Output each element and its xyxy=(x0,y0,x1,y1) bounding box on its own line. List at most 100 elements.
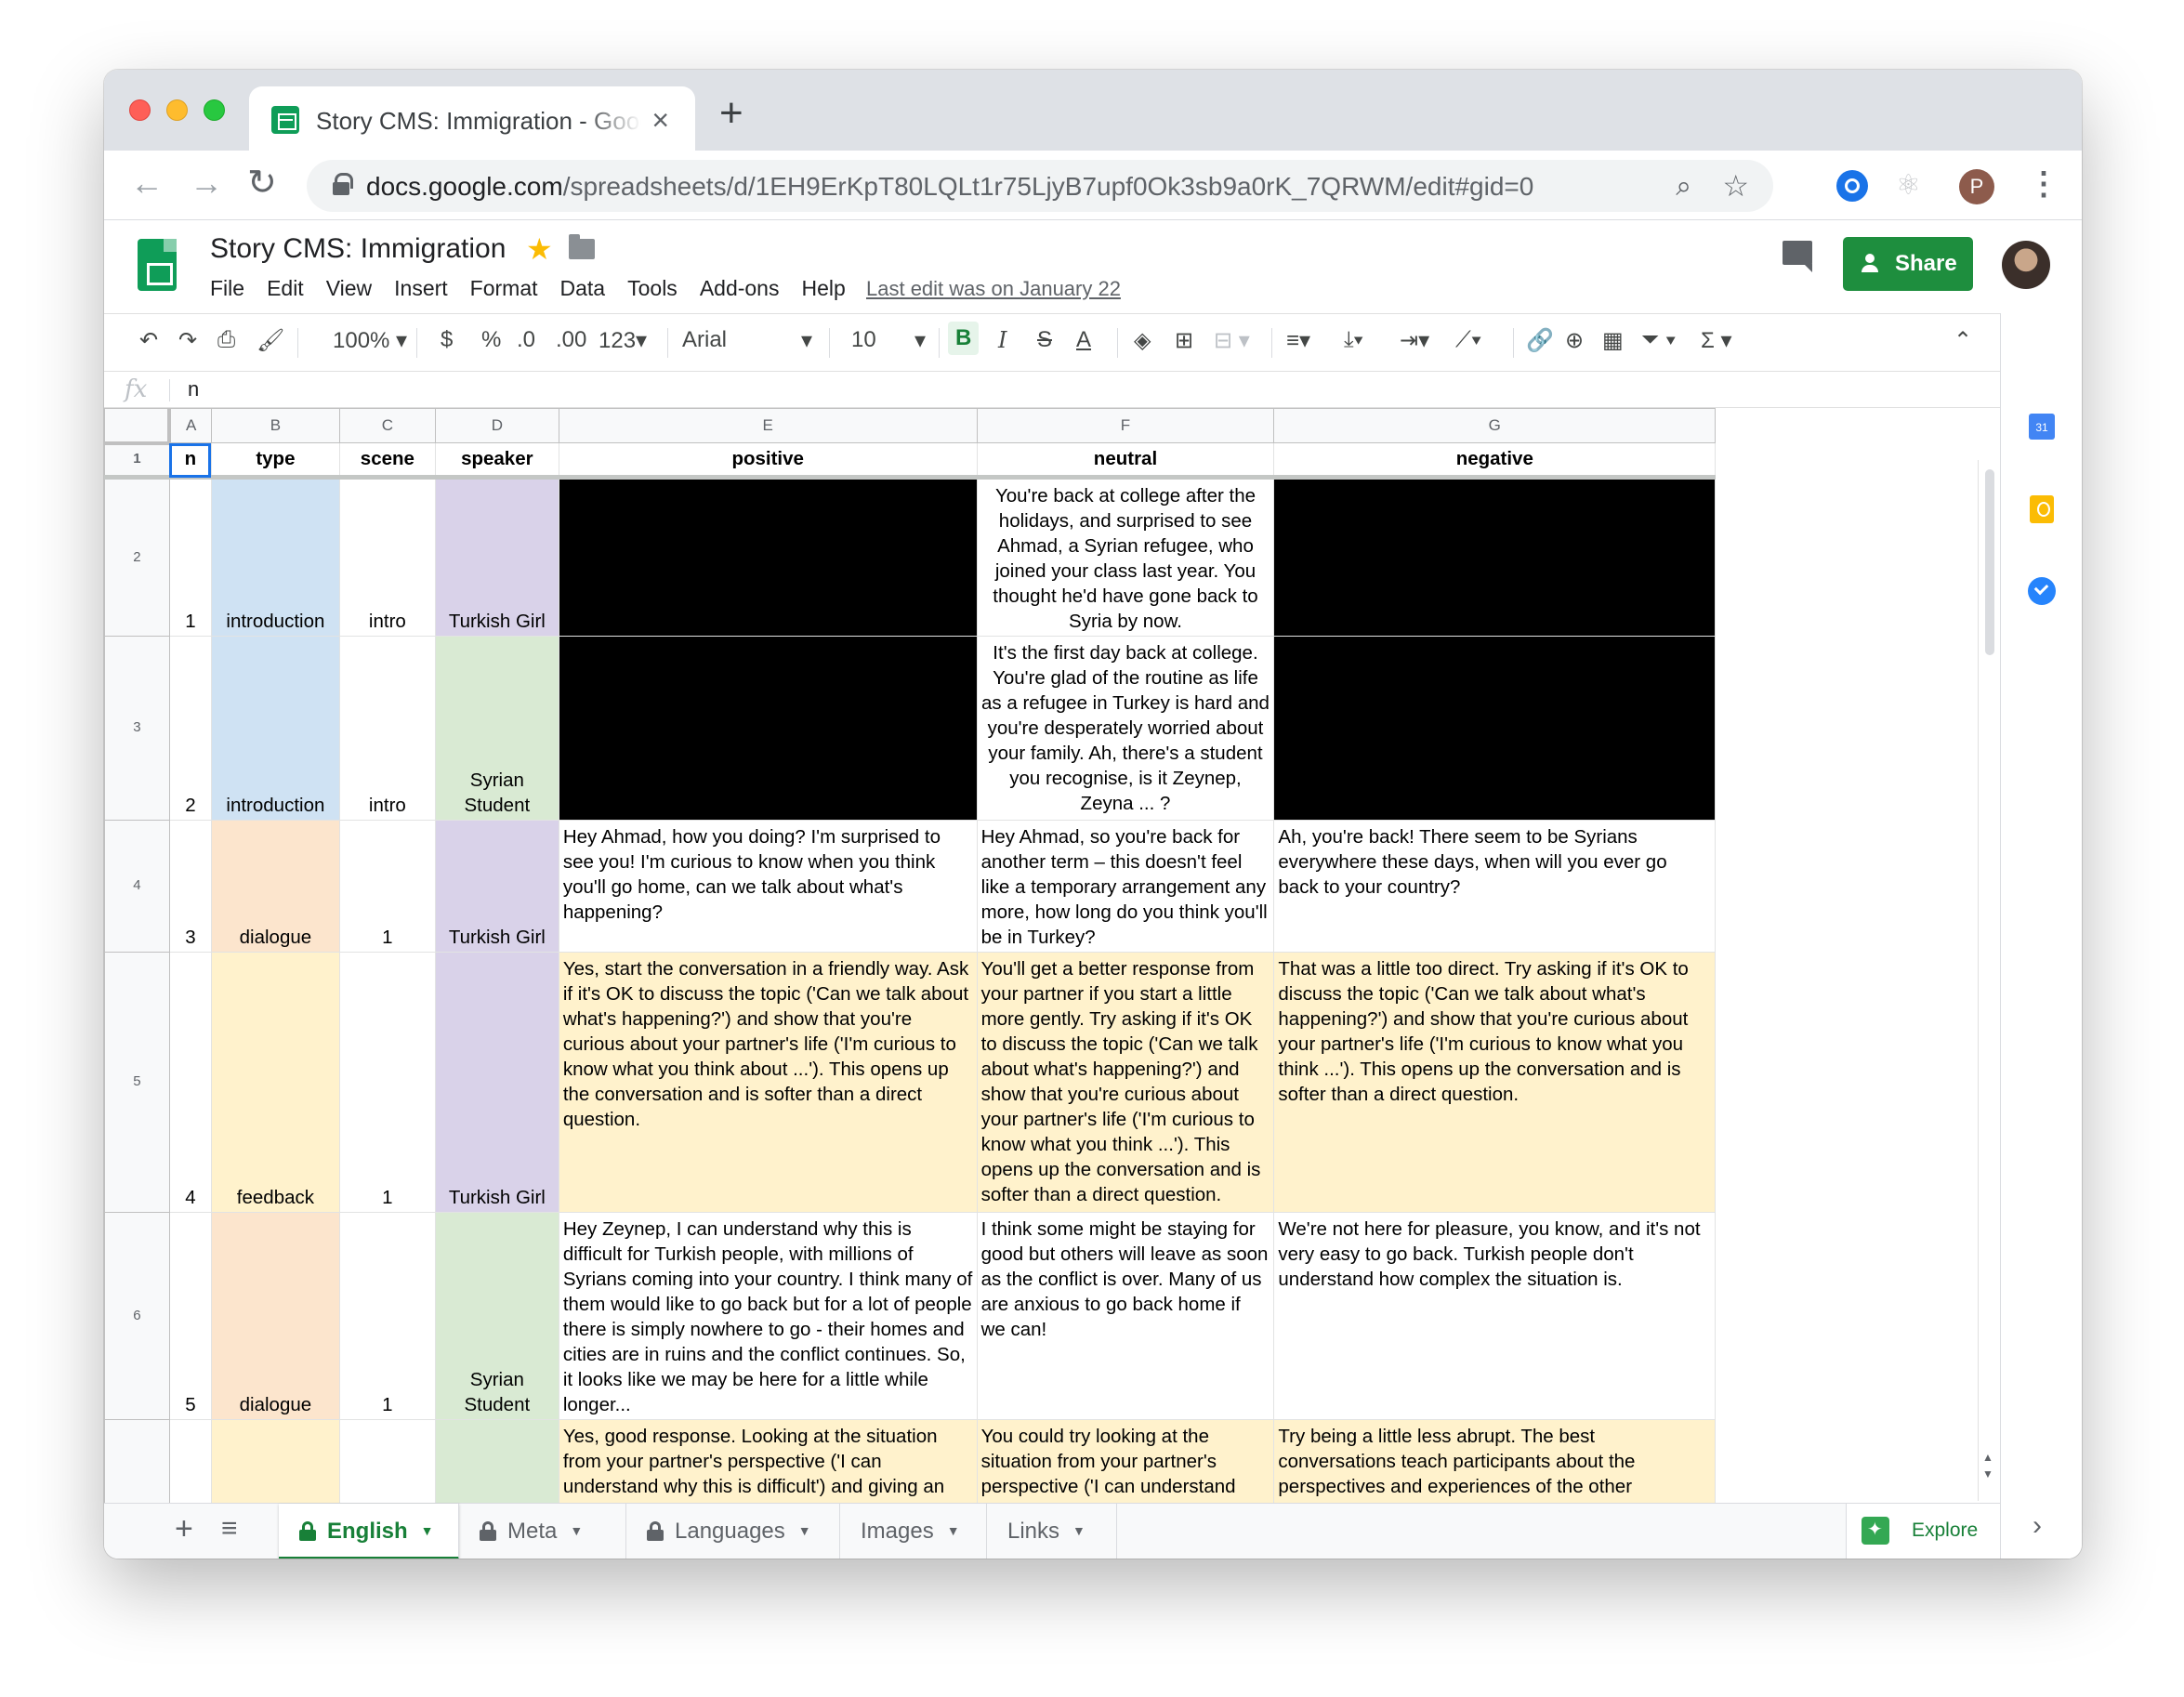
font-size-select[interactable]: 10 ▾ xyxy=(851,327,926,353)
bookmark-star-icon[interactable]: ☆ xyxy=(1722,168,1749,204)
cell-n[interactable]: 4 xyxy=(168,952,212,1213)
cell-neutral[interactable]: You're back at college after the holiday… xyxy=(976,477,1275,637)
cell-negative[interactable]: We're not here for pleasure, you know, a… xyxy=(1273,1212,1717,1420)
row-header[interactable]: 5 xyxy=(104,952,170,1213)
menu-format[interactable]: Format xyxy=(470,276,538,301)
keep-icon[interactable] xyxy=(2030,495,2054,523)
cell-type[interactable]: dialogue xyxy=(210,820,340,953)
header-cell-n[interactable]: n xyxy=(168,442,212,480)
cell-scene[interactable] xyxy=(338,1419,436,1503)
cell-speaker[interactable] xyxy=(434,1419,559,1503)
italic-button[interactable]: I xyxy=(998,327,1006,353)
cell-type[interactable] xyxy=(210,1419,340,1503)
address-bar[interactable]: docs.google.com/spreadsheets/d/1EH9ErKpT… xyxy=(307,160,1773,212)
horizontal-align-icon[interactable]: ≡▾ xyxy=(1286,327,1310,354)
column-header-a[interactable]: A xyxy=(168,408,212,443)
cell-neutral[interactable]: It's the first day back at college. You'… xyxy=(976,636,1275,821)
explore-button[interactable]: Explore xyxy=(1846,1504,2000,1559)
calendar-icon[interactable]: 31 xyxy=(2029,414,2055,440)
more-formats-select[interactable]: 123▾ xyxy=(599,327,647,354)
vertical-scrollbar[interactable]: ▲ ▼ xyxy=(1978,460,2000,1501)
menu-view[interactable]: View xyxy=(326,276,372,301)
filter-icon[interactable]: ⏷ ▾ xyxy=(1641,327,1677,353)
cell-speaker[interactable]: Syrian Student xyxy=(434,1212,559,1420)
sheet-tab-meta[interactable]: Meta ▼ xyxy=(459,1504,626,1559)
cell-scene[interactable]: 1 xyxy=(338,1212,436,1420)
cell-speaker[interactable]: Turkish Girl xyxy=(434,477,559,637)
browser-menu-icon[interactable]: ⋮ xyxy=(2028,165,2059,203)
menu-insert[interactable]: Insert xyxy=(394,276,448,301)
column-header-g[interactable]: G xyxy=(1273,408,1717,443)
cell-type[interactable]: feedback xyxy=(210,952,340,1213)
cell-positive[interactable]: Hey Zeynep, I can understand why this is… xyxy=(558,1212,978,1420)
cell-positive[interactable] xyxy=(558,477,978,637)
chevron-right-icon[interactable]: › xyxy=(2033,1510,2042,1542)
cell-neutral[interactable]: You could try looking at the situation f… xyxy=(976,1419,1275,1503)
cell-speaker[interactable]: Turkish Girl xyxy=(434,820,559,953)
last-edit-link[interactable]: Last edit was on January 22 xyxy=(866,277,1121,301)
undo-icon[interactable]: ↶ xyxy=(139,327,158,354)
header-cell-positive[interactable]: positive xyxy=(558,442,978,480)
sheet-tab-english[interactable]: English ▼ xyxy=(279,1504,459,1559)
currency-format-button[interactable]: $ xyxy=(441,327,453,353)
bold-button[interactable]: B xyxy=(948,322,980,355)
cell-n[interactable]: 3 xyxy=(168,820,212,953)
cell-positive[interactable]: Yes, start the conversation in a friendl… xyxy=(558,952,978,1213)
sheets-logo-icon[interactable] xyxy=(138,239,177,291)
close-tab-icon[interactable]: × xyxy=(651,103,669,138)
cell-negative[interactable]: That was a little too direct. Try asking… xyxy=(1273,952,1717,1213)
zoom-icon[interactable]: ⌕ xyxy=(1676,171,1691,203)
merge-cells-icon[interactable]: ⊟ ▾ xyxy=(1214,327,1250,354)
row-header[interactable]: 6 xyxy=(104,1212,170,1420)
print-icon[interactable]: ⎙ xyxy=(217,327,235,353)
reload-icon[interactable]: ↻ xyxy=(247,162,277,204)
decrease-decimal-button[interactable]: .0 xyxy=(517,327,535,353)
comment-history-icon[interactable] xyxy=(1783,241,1812,272)
cell-type[interactable]: dialogue xyxy=(210,1212,340,1420)
collapse-toolbar-icon[interactable]: ⌃ xyxy=(1954,327,1972,354)
extension-icon[interactable] xyxy=(1836,170,1868,202)
maximize-window-button[interactable] xyxy=(204,99,225,121)
new-tab-button[interactable]: + xyxy=(719,90,743,137)
scrollbar-thumb[interactable] xyxy=(1985,469,1994,655)
all-sheets-menu-icon[interactable]: ≡ xyxy=(221,1513,238,1545)
cell-negative[interactable]: Try being a little less abrupt. The best… xyxy=(1273,1419,1717,1503)
cell-neutral[interactable]: Hey Ahmad, so you're back for another te… xyxy=(976,820,1275,953)
fill-color-icon[interactable]: ◈ xyxy=(1134,327,1151,354)
insert-comment-icon[interactable]: ⊕ xyxy=(1565,327,1584,354)
header-cell-speaker[interactable]: speaker xyxy=(434,442,559,480)
profile-avatar[interactable]: P xyxy=(1959,169,1994,204)
cell-n[interactable]: 2 xyxy=(168,636,212,821)
row-header[interactable]: 4 xyxy=(104,820,170,953)
scroll-up-icon[interactable]: ▲ xyxy=(1982,1451,1993,1464)
font-family-select[interactable]: Arial ▾ xyxy=(682,327,812,353)
back-arrow-icon[interactable]: ← xyxy=(130,164,164,203)
functions-icon[interactable]: Σ ▾ xyxy=(1701,327,1732,354)
cell-positive[interactable] xyxy=(558,636,978,821)
url-text[interactable]: docs.google.com/spreadsheets/d/1EH9ErKpT… xyxy=(366,172,1533,202)
header-cell-scene[interactable]: scene xyxy=(338,442,436,480)
forward-arrow-icon[interactable]: → xyxy=(190,164,223,203)
row-header[interactable]: 2 xyxy=(104,477,170,637)
paint-format-icon[interactable]: 🖌 xyxy=(257,327,284,354)
cell-scene[interactable]: 1 xyxy=(338,952,436,1213)
insert-link-icon[interactable]: 🔗 xyxy=(1526,327,1554,354)
increase-decimal-button[interactable]: .00 xyxy=(556,327,586,353)
cell-type[interactable]: introduction xyxy=(210,636,340,821)
cell-scene[interactable]: intro xyxy=(338,636,436,821)
cell-n[interactable]: 1 xyxy=(168,477,212,637)
header-cell-neutral[interactable]: neutral xyxy=(976,442,1275,480)
redo-icon[interactable]: ↷ xyxy=(178,327,197,354)
borders-icon[interactable]: ⊞ xyxy=(1175,327,1193,354)
cell-scene[interactable]: 1 xyxy=(338,820,436,953)
browser-tab[interactable]: Story CMS: Immigration - Google Sheets × xyxy=(249,86,695,151)
close-window-button[interactable] xyxy=(129,99,151,121)
cell-speaker[interactable]: Syrian Student xyxy=(434,636,559,821)
column-header-b[interactable]: B xyxy=(210,408,340,443)
cell-n[interactable] xyxy=(168,1419,212,1503)
menu-data[interactable]: Data xyxy=(560,276,606,301)
cell-negative[interactable] xyxy=(1273,477,1717,637)
column-header-f[interactable]: F xyxy=(976,408,1275,443)
zoom-select[interactable]: 100% ▾ xyxy=(333,327,407,354)
menu-edit[interactable]: Edit xyxy=(267,276,304,301)
